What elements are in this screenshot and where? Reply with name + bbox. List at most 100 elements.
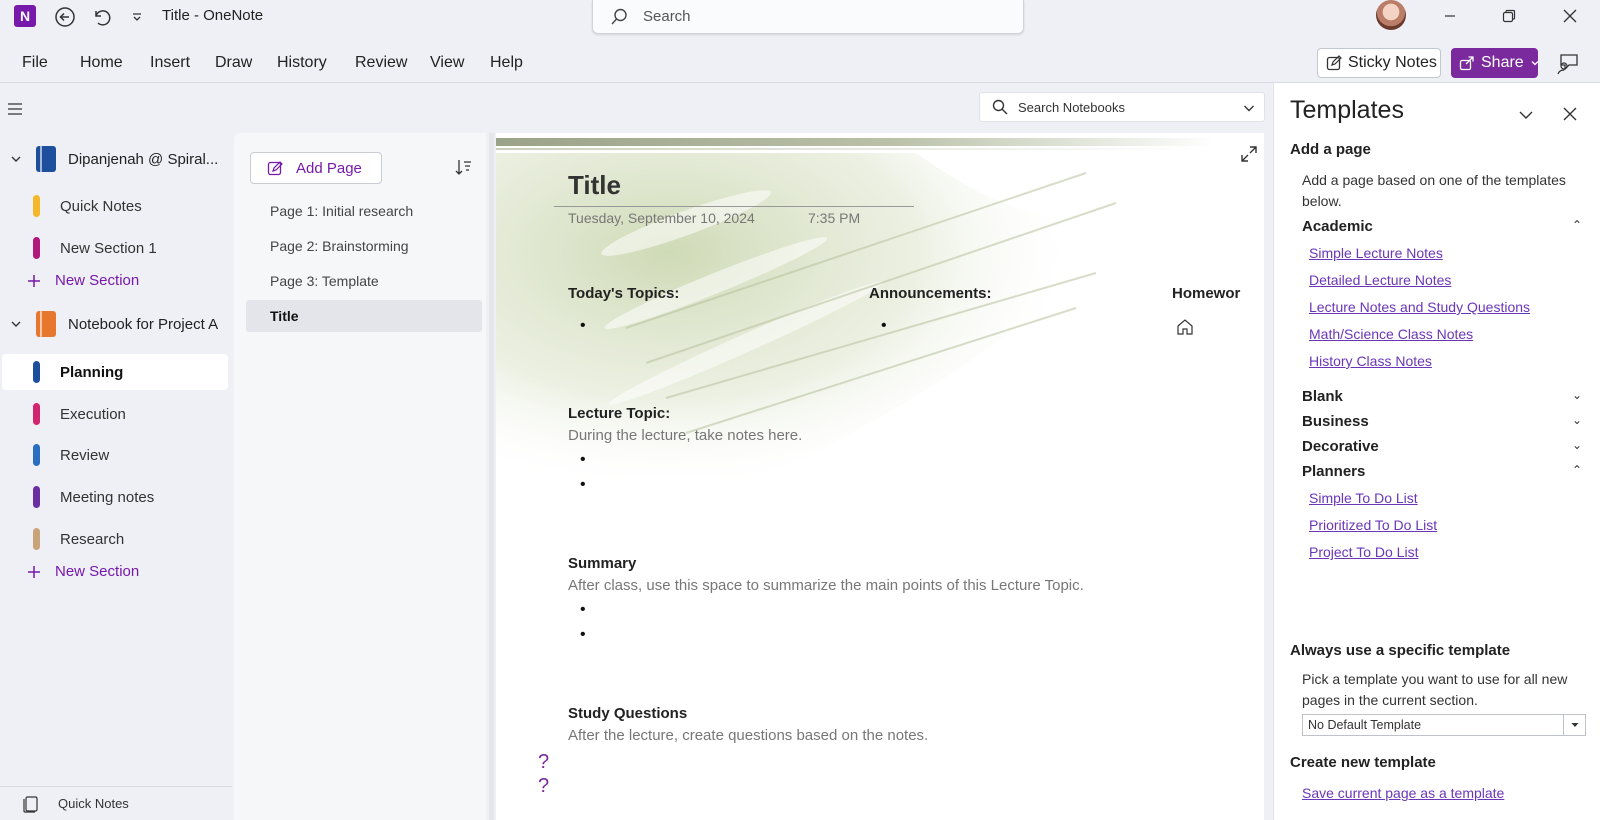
page-item[interactable]: Page 3: Template (246, 265, 482, 297)
menu-draw[interactable]: Draw (215, 54, 252, 72)
sort-icon[interactable] (454, 158, 472, 176)
section-item-planning[interactable]: Planning (2, 354, 228, 390)
menu-history[interactable]: History (277, 54, 327, 72)
template-link[interactable]: Simple Lecture Notes (1309, 245, 1443, 261)
chevron-down-icon[interactable] (1517, 106, 1535, 124)
close-icon[interactable] (1547, 0, 1593, 32)
category-label: Business (1302, 413, 1369, 430)
category-label: Planners (1302, 463, 1366, 480)
bullet[interactable]: • (580, 476, 586, 494)
notebook-name: Notebook for Project A (68, 315, 219, 333)
category-business[interactable]: Business ⌄ (1302, 413, 1582, 430)
section-label: Planning (60, 363, 124, 381)
undo-icon[interactable] (88, 4, 114, 30)
close-icon[interactable] (1562, 106, 1578, 122)
page-title[interactable]: Title (568, 170, 621, 201)
chevron-down-icon[interactable] (1242, 101, 1256, 115)
notebook-item[interactable]: Notebook for Project A (8, 306, 228, 342)
section-item-meeting-notes[interactable]: Meeting notes (0, 479, 228, 515)
todays-topics-heading[interactable]: Today's Topics: (568, 285, 679, 302)
section-tab (33, 237, 40, 259)
chevron-down-icon[interactable] (8, 153, 24, 165)
default-template-select[interactable]: No Default Template (1302, 714, 1586, 736)
share-button[interactable]: Share (1451, 48, 1539, 78)
section-item-review[interactable]: Review (0, 437, 228, 473)
quick-notes-footer[interactable]: Quick Notes (0, 786, 232, 820)
menu-home[interactable]: Home (80, 54, 123, 72)
homework-heading[interactable]: Homewor (1172, 285, 1240, 302)
restore-icon[interactable] (1486, 0, 1532, 32)
page-item[interactable]: Page 2: Brainstorming (246, 230, 482, 262)
lecture-topic-heading[interactable]: Lecture Topic: (568, 405, 670, 422)
bullet[interactable]: • (580, 626, 586, 644)
new-section-button[interactable]: New Section (27, 272, 139, 289)
template-link[interactable]: Detailed Lecture Notes (1309, 272, 1451, 288)
template-link[interactable]: Lecture Notes and Study Questions (1309, 299, 1530, 315)
pane-divider[interactable] (489, 133, 494, 820)
template-link[interactable]: Math/Science Class Notes (1309, 326, 1473, 342)
section-item-execution[interactable]: Execution (0, 396, 228, 432)
menu-help[interactable]: Help (490, 54, 523, 72)
section-tab (33, 403, 40, 425)
new-section-label: New Section (55, 272, 140, 289)
template-link[interactable]: Prioritized To Do List (1309, 517, 1437, 533)
search-notebooks-box[interactable]: Search Notebooks (979, 92, 1265, 122)
bullet[interactable]: • (580, 317, 586, 335)
menu-file[interactable]: File (22, 54, 48, 72)
bullet[interactable]: • (580, 601, 586, 619)
add-a-page-description: Add a page based on one of the templates… (1302, 172, 1566, 209)
chevron-down-icon[interactable] (8, 318, 24, 330)
hamburger-icon[interactable] (6, 101, 24, 117)
notebook-item[interactable]: Dipanjenah @ Spiral... (8, 141, 228, 177)
study-questions-hint[interactable]: After the lecture, create questions base… (568, 727, 928, 744)
new-section-button[interactable]: New Section (27, 563, 139, 580)
section-tab (33, 195, 40, 217)
page-item[interactable]: Page 1: Initial research (246, 195, 482, 227)
section-tab (33, 528, 40, 550)
always-use-description: Pick a template you want to use for all … (1302, 671, 1568, 708)
sticky-notes-label: Sticky Notes (1348, 54, 1437, 71)
menu-insert[interactable]: Insert (150, 54, 190, 72)
category-blank[interactable]: Blank ⌄ (1302, 388, 1582, 405)
template-link[interactable]: Simple To Do List (1309, 490, 1418, 506)
add-page-label: Add Page (296, 159, 362, 177)
add-page-icon (267, 160, 284, 177)
section-item-research[interactable]: Research (0, 521, 228, 557)
always-use-heading: Always use a specific template (1290, 642, 1511, 659)
summary-hint[interactable]: After class, use this space to summarize… (568, 577, 1084, 594)
summary-heading[interactable]: Summary (568, 555, 636, 572)
question-icon: ? (538, 751, 550, 773)
customize-icon[interactable] (124, 4, 150, 30)
avatar[interactable] (1376, 0, 1406, 30)
section-item-new-section-1[interactable]: New Section 1 (0, 230, 228, 266)
section-item-quick-notes[interactable]: Quick Notes (0, 188, 228, 224)
template-link[interactable]: History Class Notes (1309, 353, 1432, 369)
page-canvas[interactable]: Title Tuesday, September 10, 2024 7:35 P… (496, 133, 1264, 820)
category-decorative[interactable]: Decorative ⌄ (1302, 438, 1582, 455)
expand-icon[interactable] (1240, 145, 1258, 163)
add-a-page-heading: Add a page (1290, 141, 1371, 158)
sticky-notes-button[interactable]: Sticky Notes (1317, 48, 1441, 78)
search-box[interactable]: Search (592, 0, 1024, 34)
back-icon[interactable] (52, 4, 78, 30)
feedback-icon[interactable] (1555, 50, 1581, 76)
plus-icon (27, 565, 41, 579)
category-academic[interactable]: Academic ⌃ (1302, 218, 1582, 235)
add-page-button[interactable]: Add Page (250, 152, 382, 184)
bullet[interactable]: • (580, 451, 586, 469)
menu-view[interactable]: View (430, 54, 464, 72)
section-label: Review (60, 446, 110, 464)
study-questions-heading[interactable]: Study Questions (568, 705, 687, 722)
category-planners[interactable]: Planners ⌃ (1302, 463, 1582, 480)
template-link[interactable]: Project To Do List (1309, 544, 1418, 560)
page-item-active[interactable]: Title (246, 300, 482, 332)
bullet[interactable]: • (881, 317, 887, 335)
menu-review[interactable]: Review (355, 54, 407, 72)
minimize-icon[interactable] (1427, 0, 1473, 32)
lecture-topic-hint[interactable]: During the lecture, take notes here. (568, 427, 802, 444)
announcements-heading[interactable]: Announcements: (869, 285, 992, 302)
new-section-label: New Section (55, 563, 140, 580)
banner-bar (496, 148, 1196, 150)
save-as-template-link[interactable]: Save current page as a template (1302, 785, 1504, 801)
search-icon (609, 7, 629, 27)
